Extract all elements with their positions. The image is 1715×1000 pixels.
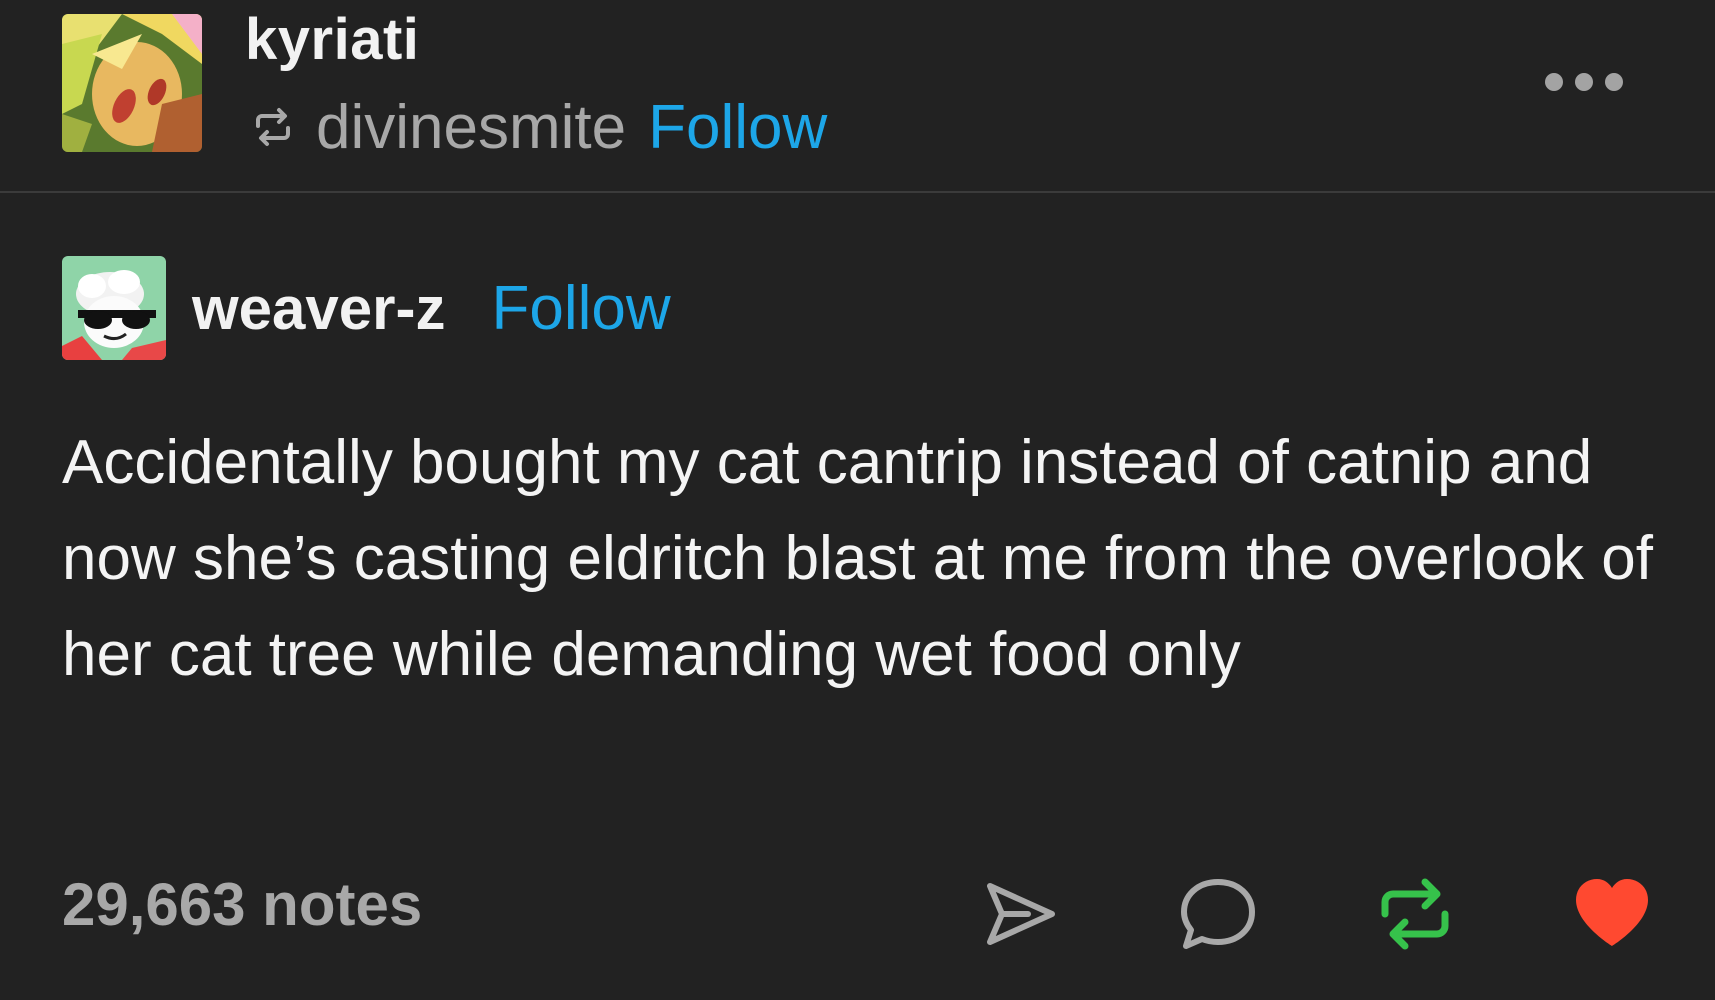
reblog-attribution: divinesmite Follow — [250, 92, 827, 162]
reblogged-from-username[interactable]: divinesmite — [316, 92, 626, 163]
trail-author-username[interactable]: weaver-z — [192, 274, 445, 343]
follow-button[interactable]: Follow — [648, 92, 827, 163]
post-header: kyriati divinesmite Follow — [0, 0, 1715, 193]
post-actions — [0, 874, 1715, 954]
share-icon[interactable] — [980, 874, 1060, 954]
reblog-icon — [256, 108, 290, 146]
more-options-icon[interactable] — [1545, 72, 1623, 92]
avatar[interactable] — [62, 14, 202, 152]
reblog-icon[interactable] — [1375, 874, 1455, 954]
reply-icon[interactable] — [1178, 874, 1258, 954]
tumblr-post: kyriati divinesmite Follow weaver-z Foll… — [0, 0, 1715, 1000]
trail-avatar[interactable] — [62, 256, 166, 360]
post-body-text: Accidentally bought my cat cantrip inste… — [62, 428, 1653, 689]
post-author-username[interactable]: kyriati — [245, 6, 419, 73]
heart-icon[interactable] — [1572, 874, 1652, 954]
trail-header: weaver-z Follow — [62, 256, 671, 360]
trail-follow-button[interactable]: Follow — [491, 273, 670, 344]
